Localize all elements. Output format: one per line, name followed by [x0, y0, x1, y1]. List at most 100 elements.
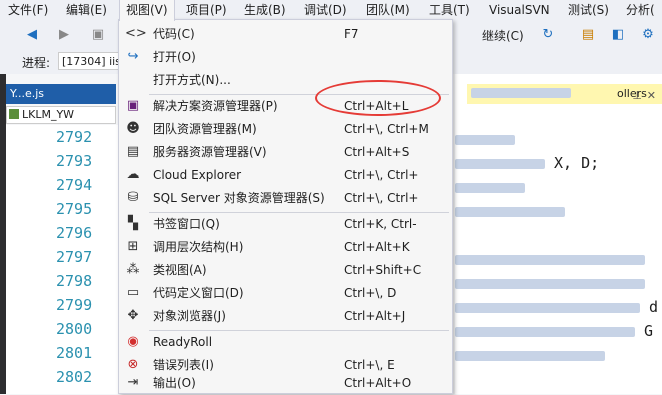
menu-test[interactable]: 测试(S): [562, 0, 615, 20]
menu-item-label: 书签窗口(Q): [153, 217, 220, 231]
back-icon[interactable]: ◀: [24, 27, 40, 43]
line-number: 2798: [56, 272, 93, 290]
project-icon: [9, 109, 19, 119]
tools-icon[interactable]: ⚙: [640, 27, 656, 43]
document-tab[interactable]: Y...e.js: [6, 84, 116, 104]
menu-view[interactable]: 视图(V): [119, 0, 175, 21]
menu-item-shortcut: Ctrl+\, Ctrl+: [344, 168, 419, 182]
menu-item-label: 代码(C): [153, 27, 195, 41]
menu-item-shortcut: Ctrl+\, Ctrl+M: [344, 122, 429, 136]
call-hierarchy-icon: ⊞: [127, 239, 139, 254]
menu-item-open[interactable]: ↪ 打开(O): [119, 46, 452, 69]
menu-item-call-hierarchy[interactable]: ⊞ 调用层次结构(H) Ctrl+Alt+K: [119, 236, 452, 259]
sql-server-icon: ⛁: [127, 190, 139, 205]
menu-item-label: SQL Server 对象资源管理器(S): [153, 191, 325, 205]
menu-item-output[interactable]: ⇥ 输出(O) Ctrl+Alt+O: [119, 372, 452, 395]
menu-project[interactable]: 项目(P): [180, 0, 233, 20]
menu-item-cloud-explorer[interactable]: ☁ Cloud Explorer Ctrl+\, Ctrl+: [119, 164, 452, 187]
debug-window-icon[interactable]: ◧: [610, 27, 626, 43]
code-fragment: d: [649, 298, 659, 316]
forward-icon[interactable]: ▶: [56, 27, 72, 43]
menu-item-readyroll[interactable]: ◉ ReadyRoll: [119, 331, 452, 354]
new-item-icon[interactable]: ▣: [90, 27, 106, 43]
menu-item-code[interactable]: <> 代码(C) F7: [119, 23, 452, 46]
team-explorer-icon: ☻: [126, 121, 140, 136]
refresh-icon[interactable]: ↻: [540, 27, 556, 43]
code-line: G: [455, 322, 653, 340]
menu-item-label: 对象浏览器(J): [153, 309, 226, 323]
code-line: [455, 346, 605, 364]
menu-visualsvn[interactable]: VisualSVN: [483, 0, 556, 20]
code-editor[interactable]: 2792 2793 2794 2795 2796 2797 2798 2799 …: [6, 125, 120, 394]
menu-file[interactable]: 文件(F): [2, 0, 54, 20]
line-number: 2797: [56, 248, 93, 266]
pin-icon[interactable]: ⊥: [632, 86, 642, 106]
menu-item-label: 打开方式(N)...: [153, 73, 231, 87]
continue-button[interactable]: 继续(C): [482, 27, 524, 44]
breadcrumb-label: LKLM_YW: [22, 108, 75, 121]
menu-item-bookmarks[interactable]: ▚ 书签窗口(Q) Ctrl+K, Ctrl-: [119, 213, 452, 236]
line-number: 2800: [56, 320, 93, 338]
menu-item-shortcut: F7: [344, 27, 359, 41]
blurred-text: [471, 88, 571, 98]
view-menu: <> 代码(C) F7 ↪ 打开(O) 打开方式(N)... ▣ 解决方案资源管…: [118, 19, 453, 394]
menu-item-server-explorer[interactable]: ▤ 服务器资源管理器(V) Ctrl+Alt+S: [119, 141, 452, 164]
error-list-icon: ⊗: [127, 357, 139, 372]
close-icon[interactable]: ✕: [647, 86, 656, 106]
line-number: 2794: [56, 176, 93, 194]
line-number: 2802: [56, 368, 93, 386]
menu-item-shortcut: Ctrl+\, D: [344, 286, 397, 300]
object-browser-icon: ✥: [127, 308, 139, 323]
menu-item-shortcut: Ctrl+\, Ctrl+: [344, 191, 419, 205]
right-code-pane[interactable]: ollers ⊥ ✕ X, D; d G: [455, 74, 662, 394]
menu-item-code-definition[interactable]: ▭ 代码定义窗口(D) Ctrl+\, D: [119, 282, 452, 305]
menu-item-shortcut: Ctrl+Shift+C: [344, 263, 422, 277]
menu-item-label: ReadyRoll: [153, 335, 213, 349]
code-line: [455, 202, 565, 220]
menu-build[interactable]: 生成(B): [238, 0, 292, 20]
code-line: X, D;: [455, 154, 599, 172]
menu-item-shortcut: Ctrl+Alt+O: [344, 376, 412, 390]
open-icon: ↪: [127, 49, 139, 64]
server-explorer-icon: ▤: [126, 144, 140, 159]
bookmark-icon: ▚: [128, 216, 138, 231]
code-line: [455, 250, 645, 268]
menu-item-label: 代码定义窗口(D): [153, 286, 244, 300]
class-view-icon: ⁂: [126, 262, 140, 277]
menu-item-shortcut: Ctrl+Alt+S: [344, 145, 410, 159]
code-definition-icon: ▭: [126, 285, 140, 300]
menu-item-label: 解决方案资源管理器(P): [153, 99, 278, 113]
code-fragment: G: [644, 322, 654, 340]
menu-item-sql-server-explorer[interactable]: ⛁ SQL Server 对象资源管理器(S) Ctrl+\, Ctrl+: [119, 187, 452, 210]
output-icon: ⇥: [127, 375, 139, 390]
line-number: 2792: [56, 128, 93, 146]
menu-item-label: 错误列表(I): [153, 358, 214, 372]
line-number: 2799: [56, 296, 93, 314]
menu-item-label: Cloud Explorer: [153, 168, 242, 182]
line-number: 2793: [56, 152, 93, 170]
menu-debug[interactable]: 调试(D): [298, 0, 353, 20]
menu-item-team-explorer[interactable]: ☻ 团队资源管理器(M) Ctrl+\, Ctrl+M: [119, 118, 452, 141]
pane-title: ollers ⊥ ✕: [467, 84, 662, 104]
code-fragment: X, D;: [554, 154, 600, 172]
menu-item-object-browser[interactable]: ✥ 对象浏览器(J) Ctrl+Alt+J: [119, 305, 452, 328]
cloud-icon: ☁: [126, 167, 140, 182]
menu-item-label: 团队资源管理器(M): [153, 122, 257, 136]
code-line: [455, 274, 645, 292]
menu-item-label: 输出(O): [153, 376, 196, 390]
readyroll-icon: ◉: [127, 334, 139, 349]
menu-item-class-view[interactable]: ⁂ 类视图(A) Ctrl+Shift+C: [119, 259, 452, 282]
code-line: d: [455, 298, 658, 316]
menu-item-label: 调用层次结构(H): [153, 240, 244, 254]
solution-explorer-icon: ▣: [126, 98, 140, 113]
line-number: 2796: [56, 224, 93, 242]
menu-item-label: 类视图(A): [153, 263, 207, 277]
menu-edit[interactable]: 编辑(E): [60, 0, 113, 20]
process-label: 进程:: [22, 56, 51, 70]
breadcrumb[interactable]: LKLM_YW: [6, 106, 116, 124]
toolbox-icon[interactable]: ▤: [580, 27, 596, 43]
menu-tools[interactable]: 工具(T): [423, 0, 476, 20]
menu-item-shortcut: Ctrl+Alt+K: [344, 240, 410, 254]
menu-team[interactable]: 团队(M): [360, 0, 416, 20]
menu-analyze[interactable]: 分析(: [620, 0, 661, 20]
